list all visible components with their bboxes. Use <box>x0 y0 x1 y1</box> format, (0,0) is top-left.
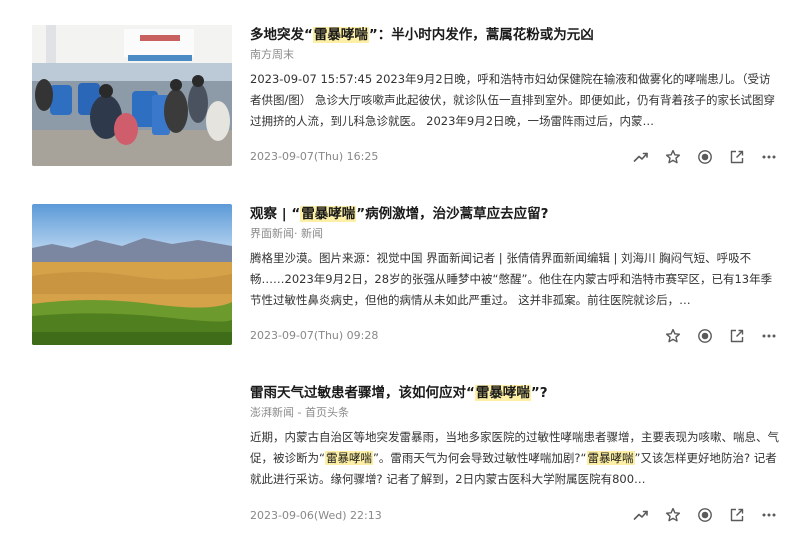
article-actions <box>619 505 779 525</box>
title-highlight: 雷暴哮喘 <box>312 27 369 43</box>
more-icon[interactable] <box>759 147 779 167</box>
open-external-icon[interactable] <box>727 326 747 346</box>
article-thumbnail-desert[interactable] <box>32 204 232 345</box>
article-date: 2023-09-06(Wed) 22:13 <box>250 509 382 522</box>
trend-icon[interactable] <box>631 147 651 167</box>
article-snippet: 腾格里沙漠。图片来源：视觉中国 界面新闻记者 | 张倩倩界面新闻编辑 | 刘海川… <box>250 248 780 311</box>
title-highlight: 雷暴哮喘 <box>474 385 531 401</box>
article-card-1[interactable]: 多地突发“雷暴哮喘”：半小时内发作，蒿属花粉或为元凶 南方周末 2023-09-… <box>0 0 805 180</box>
article-actions <box>619 147 779 167</box>
radio-icon[interactable] <box>695 505 715 525</box>
article-snippet: 2023-09-07 15:57:45 2023年9月2日晚，呼和浩特市妇幼保健… <box>250 69 780 132</box>
article-title[interactable]: 多地突发“雷暴哮喘”：半小时内发作，蒿属花粉或为元凶 <box>250 26 780 44</box>
snippet-highlight: 雷暴哮喘 <box>586 451 635 465</box>
snippet-text: 腾格里沙漠。图片来源：视觉中国 界面新闻记者 | 张倩倩界面新闻编辑 | 刘海川… <box>250 251 773 307</box>
article-date: 2023-09-07(Thu) 16:25 <box>250 150 379 163</box>
article-source[interactable]: 澎湃新闻 - 首页头条 <box>250 405 780 421</box>
article-snippet: 近期，内蒙古自治区等地突发雷暴雨，当地多家医院的过敏性哮喘患者骤增，主要表现为咳… <box>250 427 780 490</box>
article-title[interactable]: 观察 | “雷暴哮喘”病例激增，治沙蒿草应去应留? <box>250 205 780 223</box>
snippet-highlight: 雷暴哮喘 <box>324 451 373 465</box>
trend-icon[interactable] <box>631 505 651 525</box>
star-icon[interactable] <box>663 326 683 346</box>
open-external-icon[interactable] <box>727 505 747 525</box>
more-icon[interactable] <box>759 326 779 346</box>
article-actions <box>651 326 779 346</box>
article-source[interactable]: 界面新闻· 新闻 <box>250 226 780 242</box>
article-thumbnail-hospital[interactable] <box>32 25 232 166</box>
star-icon[interactable] <box>663 505 683 525</box>
star-icon[interactable] <box>663 147 683 167</box>
snippet-text: 2023-09-07 15:57:45 2023年9月2日晚，呼和浩特市妇幼保健… <box>250 72 776 128</box>
more-icon[interactable] <box>759 505 779 525</box>
snippet-text: ”。雷雨天气为何会导致过敏性哮喘加剧?“ <box>372 451 587 465</box>
title-highlight: 雷暴哮喘 <box>300 206 357 222</box>
article-source[interactable]: 南方周末 <box>250 47 780 63</box>
article-date: 2023-09-07(Thu) 09:28 <box>250 329 379 342</box>
article-title[interactable]: 雷雨天气过敏患者骤增，该如何应对“雷暴哮喘”? <box>250 384 780 402</box>
radio-icon[interactable] <box>695 326 715 346</box>
article-card-3[interactable]: 雷雨天气过敏患者骤增，该如何应对“雷暴哮喘”? 澎湃新闻 - 首页头条 近期，内… <box>0 360 805 542</box>
open-external-icon[interactable] <box>727 147 747 167</box>
radio-icon[interactable] <box>695 147 715 167</box>
article-card-2[interactable]: 观察 | “雷暴哮喘”病例激增，治沙蒿草应去应留? 界面新闻· 新闻 腾格里沙漠… <box>0 180 805 360</box>
